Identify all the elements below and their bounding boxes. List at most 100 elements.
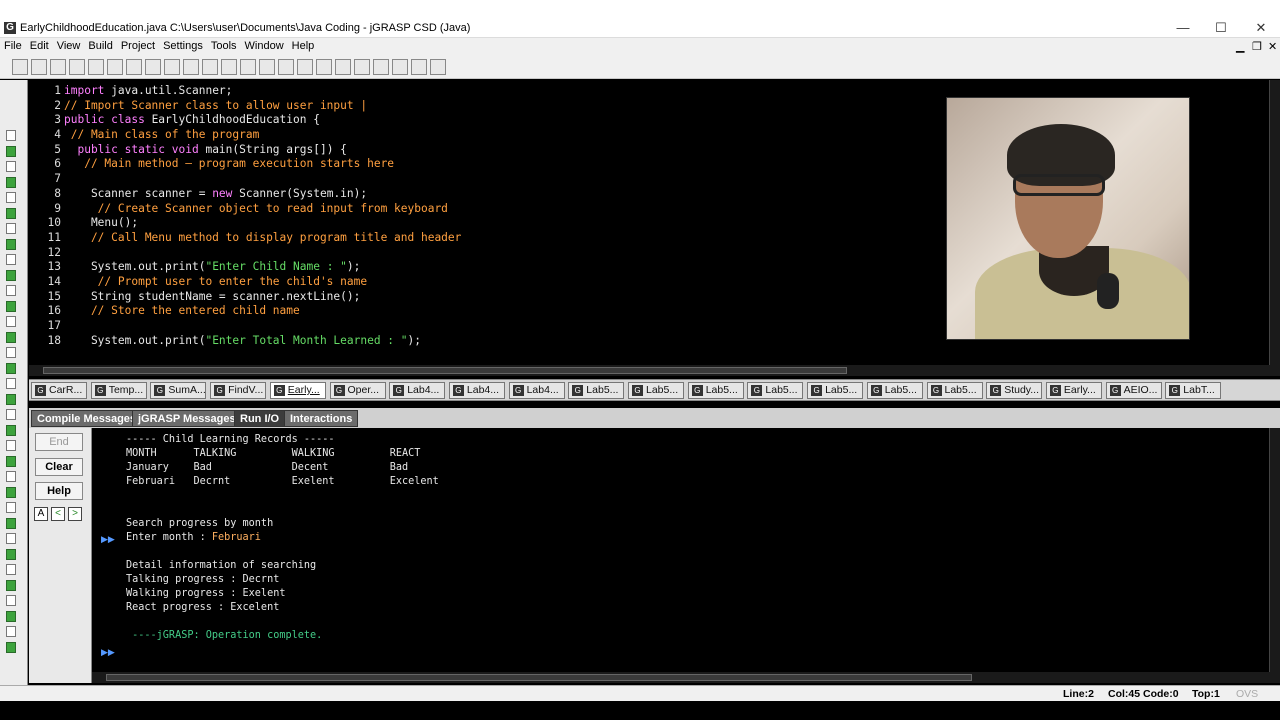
java-file-icon[interactable] [6,517,16,529]
output-vertical-scrollbar[interactable] [1269,428,1280,672]
java-file-icon[interactable] [6,641,16,653]
file-icon[interactable] [6,347,16,358]
file-tab[interactable]: SumA... [150,382,207,399]
menu-settings[interactable]: Settings [159,38,207,52]
code-line[interactable]: Menu(); [64,216,461,231]
cut-icon[interactable] [88,59,104,75]
output-hscroll-thumb[interactable] [106,674,972,681]
menu-build[interactable]: Build [84,38,116,52]
debug-icon[interactable] [354,59,370,75]
save-all-icon[interactable] [50,59,66,75]
inner-minimize-button[interactable]: ▁ [1236,40,1244,53]
code-line[interactable] [64,246,461,261]
menu-project[interactable]: Project [117,38,159,52]
java-file-icon[interactable] [6,579,16,591]
code-line[interactable]: // Import Scanner class to allow user in… [64,99,461,114]
file-icon[interactable] [6,161,16,172]
file-tab[interactable]: LabT... [1165,382,1222,399]
file-tab[interactable]: Lab5... [807,382,864,399]
file-icon[interactable] [6,471,16,482]
code-line[interactable] [64,319,461,334]
java-file-icon[interactable] [6,176,16,188]
java-file-icon[interactable] [6,548,16,560]
tab-jgrasp-messages[interactable]: jGRASP Messages [132,410,242,427]
open-folder-icon[interactable] [12,59,28,75]
menu-view[interactable]: View [53,38,85,52]
run-icon[interactable] [297,59,313,75]
file-tab[interactable]: Lab4... [389,382,446,399]
file-tab[interactable]: Temp... [90,382,147,399]
menu-tools[interactable]: Tools [207,38,241,52]
new-doc-icon[interactable] [221,59,237,75]
file-tab[interactable]: Lab4... [508,382,565,399]
file-icon[interactable] [6,595,16,606]
file-icon[interactable] [6,223,16,234]
code-line[interactable]: // Create Scanner object to read input f… [64,202,461,217]
file-icon[interactable] [6,502,16,513]
paste-icon[interactable] [126,59,142,75]
new-file-icon[interactable] [202,59,218,75]
inner-restore-button[interactable]: ❐ [1252,40,1262,53]
file-tab[interactable]: Lab5... [568,382,625,399]
output-horizontal-scrollbar[interactable] [92,672,1280,683]
java-file-icon[interactable] [6,610,16,622]
code-line[interactable]: String studentName = scanner.nextLine(); [64,290,461,305]
tab-compile-messages[interactable]: Compile Messages [31,410,143,427]
green-icon[interactable] [430,59,446,75]
code-line[interactable]: // Main class of the program [64,128,461,143]
history-back-icon[interactable]: < [51,507,65,521]
editor-hscroll-thumb[interactable] [43,367,847,374]
file-tab[interactable]: CarR... [31,382,87,399]
close-button[interactable]: ✕ [1246,20,1276,36]
book-icon[interactable] [316,59,332,75]
code-line[interactable]: // Main method – program execution start… [64,157,461,172]
code-text[interactable]: import java.util.Scanner;// Import Scann… [64,84,461,348]
chart-icon[interactable] [278,59,294,75]
menu-window[interactable]: Window [241,38,288,52]
code-line[interactable]: import java.util.Scanner; [64,84,461,99]
code-line[interactable]: // Call Menu method to display program t… [64,231,461,246]
file-tab[interactable]: Early... [1045,382,1102,399]
code-line[interactable] [64,172,461,187]
file-icon[interactable] [6,316,16,327]
font-icon[interactable] [183,59,199,75]
copy-icon[interactable] [107,59,123,75]
java-file-icon[interactable] [6,331,16,343]
java-file-icon[interactable] [6,269,16,281]
browse-sidebar[interactable] [0,80,28,685]
new-doc2-icon[interactable] [240,59,256,75]
editor-vertical-scrollbar[interactable] [1269,80,1280,365]
end-button[interactable]: End [35,433,83,451]
menu-help[interactable]: Help [288,38,319,52]
undo-icon[interactable] [145,59,161,75]
java-file-icon[interactable] [6,300,16,312]
file-tab[interactable]: AEIO... [1105,382,1162,399]
java-file-icon[interactable] [6,238,16,250]
file-tab[interactable]: Lab5... [687,382,744,399]
file-icon[interactable] [6,285,16,296]
file-icon[interactable] [6,192,16,203]
file-icon[interactable] [6,440,16,451]
bug-icon[interactable] [373,59,389,75]
add-icon[interactable] [335,59,351,75]
code-line[interactable]: System.out.print("Enter Total Month Lear… [64,334,461,349]
java-file-icon[interactable] [6,393,16,405]
minimize-button[interactable]: — [1168,20,1198,35]
output-text[interactable]: ----- Child Learning Records ----- MONTH … [126,433,439,643]
code-line[interactable]: // Prompt user to enter the child's name [64,275,461,290]
code-line[interactable]: public class EarlyChildhoodEducation { [64,113,461,128]
java-file-icon[interactable] [6,362,16,374]
file-icon[interactable] [6,564,16,575]
breakpoint-icon[interactable] [259,59,275,75]
file-tab[interactable]: Lab5... [747,382,804,399]
tab-interactions[interactable]: Interactions [284,410,359,427]
editor-horizontal-scrollbar[interactable] [29,365,1280,376]
file-icon[interactable] [6,626,16,637]
tab-run-io[interactable]: Run I/O [234,410,286,427]
file-icon[interactable] [6,130,16,141]
file-tab[interactable]: Lab5... [926,382,983,399]
maximize-button[interactable]: ☐ [1206,20,1236,36]
help-button[interactable]: Help [35,482,83,500]
file-icon[interactable] [6,533,16,544]
file-tab[interactable]: Lab5... [866,382,923,399]
